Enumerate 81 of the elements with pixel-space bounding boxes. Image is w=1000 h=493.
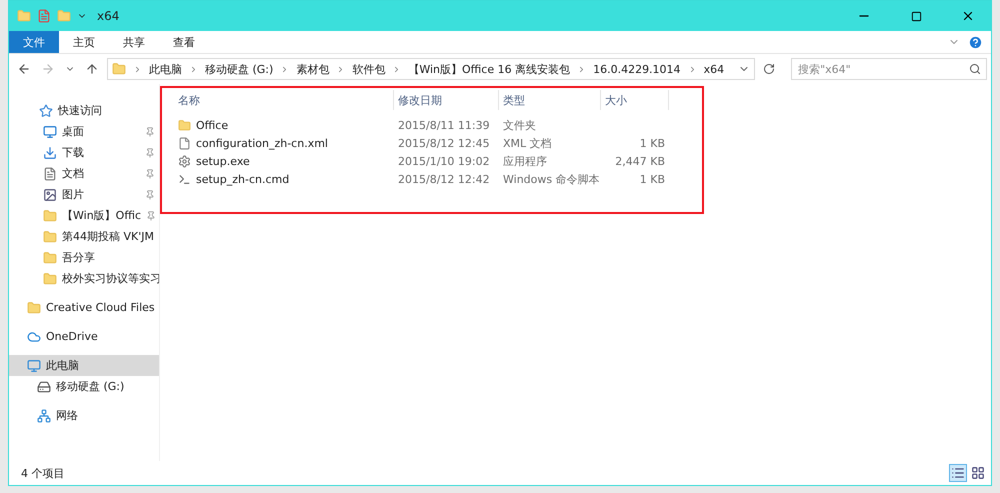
table-cell-text: 文件夹 bbox=[502, 118, 537, 134]
table-cell-text: XML 文档 bbox=[502, 136, 553, 152]
table-cell-text: 2,447 KB bbox=[614, 154, 666, 170]
ribbon-tab[interactable]: 文件 bbox=[9, 31, 59, 53]
breadcrumb[interactable]: 16.0.4229.1014 bbox=[593, 62, 681, 76]
help-icon[interactable] bbox=[968, 34, 983, 50]
table-cell-text: 2015/8/12 12:42 bbox=[397, 172, 491, 188]
chevron-icon bbox=[189, 64, 198, 74]
ribbon-tab[interactable]: 查看 bbox=[159, 31, 209, 53]
table-cell-text: Windows 命令脚本 bbox=[502, 172, 601, 188]
breadcrumb[interactable]: 软件包 bbox=[352, 62, 386, 76]
sidebar-item[interactable]: 第44期投稿 VK'JM bbox=[9, 226, 159, 247]
details-view-icon bbox=[951, 466, 965, 480]
item-count: 4 个项目 bbox=[21, 466, 64, 480]
sidebar-item[interactable]: 校外实习协议等实习 bbox=[9, 268, 159, 289]
breadcrumb[interactable]: 此电脑 bbox=[149, 62, 182, 76]
terminal-icon bbox=[178, 172, 191, 186]
refresh-icon bbox=[763, 63, 776, 75]
ribbon-tab[interactable]: 主页 bbox=[59, 31, 109, 53]
column-header[interactable]: 修改日期 bbox=[394, 90, 499, 110]
sidebar-item[interactable]: 文档 bbox=[9, 163, 159, 184]
file-name[interactable]: Office bbox=[174, 116, 394, 134]
desktop-icon bbox=[43, 124, 57, 138]
column-header[interactable]: 类型 bbox=[499, 90, 601, 110]
download-icon bbox=[43, 146, 57, 160]
table-cell-text: 1 KB bbox=[638, 136, 666, 152]
folder-icon bbox=[178, 118, 191, 132]
sidebar-item[interactable]: Creative Cloud Files bbox=[9, 297, 159, 318]
chevron-icon bbox=[133, 64, 142, 74]
computer-icon bbox=[27, 358, 41, 372]
sidebar-item[interactable]: 此电脑 bbox=[9, 355, 159, 376]
folder-icon bbox=[112, 62, 126, 76]
drive-icon bbox=[37, 380, 51, 394]
folder-icon bbox=[43, 230, 57, 244]
file-name[interactable]: configuration_zh-cn.xml bbox=[174, 134, 394, 152]
sidebar-item[interactable]: 桌面 bbox=[9, 121, 159, 142]
table-cell-text: 2015/1/10 19:02 bbox=[397, 154, 491, 170]
breadcrumb[interactable]: 素材包 bbox=[296, 62, 330, 76]
star-icon bbox=[39, 104, 53, 118]
folder-icon bbox=[43, 208, 57, 222]
close-icon bbox=[961, 9, 975, 23]
cloud-icon bbox=[27, 330, 41, 344]
sidebar-item[interactable]: 【Win版】Offic bbox=[9, 205, 159, 226]
sidebar-item[interactable]: 图片 bbox=[9, 184, 159, 205]
document-icon bbox=[43, 166, 57, 180]
table-cell-text: 1 KB bbox=[638, 172, 666, 188]
thumbnail-view-button[interactable] bbox=[969, 464, 987, 482]
folder-icon bbox=[43, 250, 57, 264]
table-cell-text: 2015/8/11 11:39 bbox=[397, 118, 491, 134]
picture-icon bbox=[43, 188, 57, 202]
sidebar-item[interactable]: 快速访问 bbox=[9, 100, 159, 121]
network-icon bbox=[37, 408, 51, 422]
table-cell-text: 2015/8/12 12:45 bbox=[397, 136, 491, 152]
breadcrumb[interactable]: x64 bbox=[704, 62, 724, 76]
file-name[interactable]: setup.exe bbox=[174, 152, 394, 170]
sidebar-item[interactable]: 吾分享 bbox=[9, 247, 159, 268]
sidebar-item[interactable]: OneDrive bbox=[9, 326, 159, 347]
search-field[interactable]: 搜索"x64" bbox=[791, 58, 988, 80]
gear-icon bbox=[178, 154, 191, 168]
window-title: x64 bbox=[97, 9, 120, 23]
properties-icon[interactable] bbox=[37, 9, 51, 23]
folder-icon bbox=[27, 300, 41, 314]
ribbon-tab[interactable]: 共享 bbox=[109, 31, 159, 53]
column-header[interactable]: 大小 bbox=[601, 90, 669, 110]
sidebar-item[interactable]: 移动硬盘 (G:) bbox=[9, 376, 159, 397]
details-view-button[interactable] bbox=[949, 464, 967, 482]
table-cell-text: 应用程序 bbox=[502, 154, 548, 170]
forward-arrow-icon bbox=[41, 62, 55, 76]
column-header[interactable]: 名称 bbox=[174, 90, 394, 110]
file-name[interactable]: setup_zh-cn.cmd bbox=[174, 170, 394, 188]
folder-icon bbox=[43, 272, 57, 286]
sidebar-item[interactable]: 下载 bbox=[9, 142, 159, 163]
maximize-icon bbox=[910, 10, 922, 22]
search-icon bbox=[969, 63, 982, 75]
breadcrumb[interactable]: 移动硬盘 (G:) bbox=[205, 62, 274, 76]
address-bar[interactable]: 此电脑 移动硬盘 (G:) 素材包 软件包 【Win版】Office 16 离线安装包 16.0.4229.1014 x64 bbox=[107, 58, 756, 80]
thumbnail-view-icon bbox=[971, 466, 985, 480]
breadcrumb[interactable]: 【Win版】Office 16 离线安装包 bbox=[408, 62, 570, 76]
file-icon bbox=[178, 136, 191, 150]
back-arrow-icon bbox=[17, 62, 31, 76]
sidebar-item[interactable]: 网络 bbox=[9, 405, 159, 426]
